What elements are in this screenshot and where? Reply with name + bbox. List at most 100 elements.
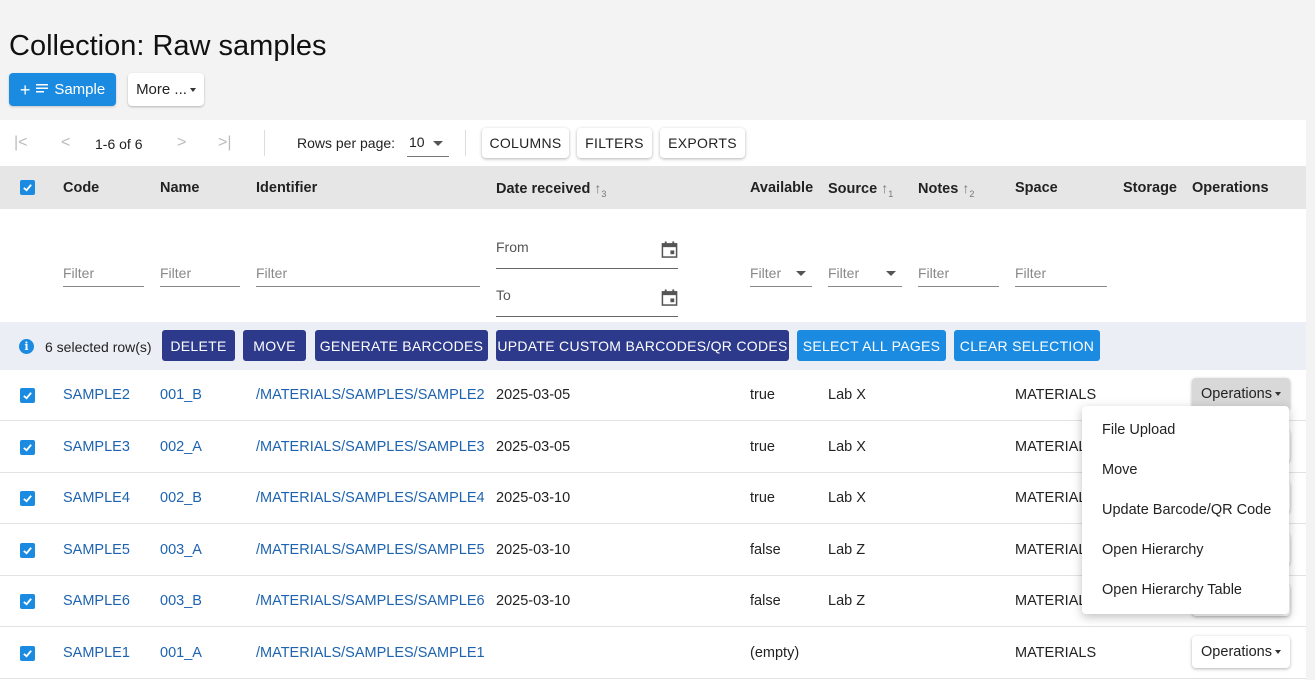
code-link[interactable]: SAMPLE5 — [63, 542, 130, 558]
exports-button[interactable]: EXPORTS — [660, 128, 745, 158]
available-filter-select[interactable]: Filter — [750, 265, 812, 287]
header-storage[interactable]: Storage — [1123, 180, 1177, 196]
check-icon — [23, 443, 32, 452]
code-link[interactable]: SAMPLE6 — [63, 593, 130, 609]
operations-button[interactable]: Operations — [1192, 636, 1290, 668]
menu-item[interactable]: Open Hierarchy Table — [1082, 570, 1289, 610]
header-source-label: Source — [828, 181, 878, 197]
row-checkbox[interactable] — [20, 542, 35, 558]
update-barcodes-button[interactable]: UPDATE CUSTOM BARCODES/QR CODES — [496, 330, 789, 361]
code-link[interactable]: SAMPLE4 — [63, 490, 130, 506]
dropdown-arrow-icon — [433, 141, 443, 146]
add-sample-button[interactable]: + Sample — [9, 73, 116, 106]
sort-order: 2 — [969, 188, 975, 199]
pager-toolbar: |< < 1-6 of 6 > >| Rows per page: 10 COL… — [0, 120, 1306, 166]
menu-item[interactable]: Move — [1082, 450, 1289, 490]
filter-placeholder: Filter — [63, 265, 95, 281]
filters-button[interactable]: FILTERS — [577, 128, 652, 158]
name-link[interactable]: 001_B — [160, 387, 202, 403]
identifier-link[interactable]: /MATERIALS/SAMPLES/SAMPLE4 — [256, 490, 485, 506]
caret-down-icon — [1274, 392, 1281, 396]
space-filter-input[interactable]: Filter — [1015, 265, 1107, 287]
page-title: Collection: Raw samples — [9, 30, 327, 62]
calendar-icon[interactable] — [661, 241, 678, 258]
identifier-link[interactable]: /MATERIALS/SAMPLES/SAMPLE3 — [256, 439, 485, 455]
identifier-link[interactable]: /MATERIALS/SAMPLES/SAMPLE6 — [256, 593, 485, 609]
name-link[interactable]: 002_A — [160, 439, 202, 455]
name-link[interactable]: 001_A — [160, 645, 202, 661]
rows-per-page-label: Rows per page: — [297, 135, 396, 151]
space-cell: MATERIALS — [1015, 387, 1097, 403]
rows-per-page-value: 10 — [409, 134, 425, 150]
identifier-filter-input[interactable]: Filter — [256, 265, 480, 287]
row-checkbox[interactable] — [20, 491, 35, 507]
sort-asc-icon: ↑3 — [594, 180, 607, 199]
identifier-link[interactable]: /MATERIALS/SAMPLES/SAMPLE2 — [256, 387, 485, 403]
select-all-checkbox[interactable] — [20, 180, 35, 195]
selection-bar: i 6 selected row(s) DELETE MOVE GENERATE… — [0, 322, 1306, 370]
header-space[interactable]: Space — [1015, 180, 1058, 196]
header-code[interactable]: Code — [63, 180, 99, 196]
more-label: More ... — [136, 81, 187, 98]
rows-per-page-select[interactable]: 10 — [407, 132, 449, 157]
header-available[interactable]: Available — [750, 180, 813, 196]
name-link[interactable]: 003_B — [160, 593, 202, 609]
menu-item[interactable]: Update Barcode/QR Code — [1082, 490, 1289, 530]
row-checkbox[interactable] — [20, 439, 35, 455]
calendar-icon[interactable] — [661, 289, 678, 306]
identifier-link[interactable]: /MATERIALS/SAMPLES/SAMPLE1 — [256, 645, 485, 661]
source-cell: Lab Z — [828, 593, 866, 610]
date-from-input[interactable]: From — [496, 239, 678, 269]
sort-order: 3 — [601, 188, 607, 199]
check-icon — [23, 392, 32, 400]
dropdown-arrow-icon — [886, 271, 896, 276]
source-filter-select[interactable]: Filter — [828, 265, 902, 287]
caret-down-icon — [189, 87, 196, 92]
date-to-input[interactable]: To — [496, 287, 678, 317]
filter-placeholder: Filter — [160, 265, 192, 281]
code-link[interactable]: SAMPLE3 — [63, 439, 130, 455]
filter-placeholder: Filter — [750, 265, 782, 281]
header-identifier[interactable]: Identifier — [256, 180, 317, 196]
header-name[interactable]: Name — [160, 180, 200, 196]
menu-item[interactable]: File Upload — [1082, 410, 1289, 450]
filter-placeholder: Filter — [918, 265, 950, 281]
available-cell: true — [750, 387, 775, 403]
code-filter-input[interactable]: Filter — [63, 265, 144, 287]
last-page-icon[interactable]: >| — [218, 134, 232, 152]
filter-placeholder: Filter — [1015, 265, 1047, 281]
move-button[interactable]: MOVE — [243, 330, 306, 361]
check-icon — [23, 495, 32, 503]
more-button[interactable]: More ... — [128, 73, 204, 106]
first-page-icon[interactable]: |< — [14, 134, 28, 152]
header-date-received[interactable]: Date received ↑3 — [496, 180, 606, 199]
columns-button[interactable]: COLUMNS — [482, 128, 569, 158]
row-checkbox[interactable] — [20, 646, 35, 661]
table-row[interactable]: SAMPLE1 001_A /MATERIALS/SAMPLES/SAMPLE1… — [0, 628, 1306, 679]
date-received-cell: 2025-03-10 — [496, 541, 571, 558]
name-link[interactable]: 002_B — [160, 490, 202, 506]
header-notes[interactable]: Notes ↑2 — [918, 180, 974, 199]
header-source[interactable]: Source ↑1 — [828, 180, 893, 199]
source-cell: Lab X — [828, 387, 866, 403]
next-page-icon[interactable]: > — [177, 134, 186, 152]
name-link[interactable]: 003_A — [160, 542, 202, 558]
delete-button[interactable]: DELETE — [162, 330, 235, 361]
row-checkbox[interactable] — [20, 594, 35, 610]
check-icon — [23, 598, 32, 606]
clear-selection-button[interactable]: CLEAR SELECTION — [954, 330, 1100, 361]
generate-barcodes-button[interactable]: GENERATE BARCODES — [315, 330, 488, 361]
code-link[interactable]: SAMPLE2 — [63, 387, 130, 403]
header-date-received-label: Date received — [496, 181, 591, 197]
identifier-link[interactable]: /MATERIALS/SAMPLES/SAMPLE5 — [256, 542, 485, 558]
row-checkbox[interactable] — [20, 388, 35, 403]
menu-item[interactable]: Open Hierarchy — [1082, 530, 1289, 570]
operations-label: Operations — [1201, 386, 1272, 402]
list-icon — [36, 81, 49, 98]
notes-filter-input[interactable]: Filter — [918, 265, 999, 287]
code-link[interactable]: SAMPLE1 — [63, 645, 130, 661]
name-filter-input[interactable]: Filter — [160, 265, 240, 287]
prev-page-icon[interactable]: < — [61, 134, 70, 152]
filter-row: Filter Filter Filter From To Filter Filt… — [0, 209, 1306, 322]
select-all-pages-button[interactable]: SELECT ALL PAGES — [797, 330, 946, 361]
